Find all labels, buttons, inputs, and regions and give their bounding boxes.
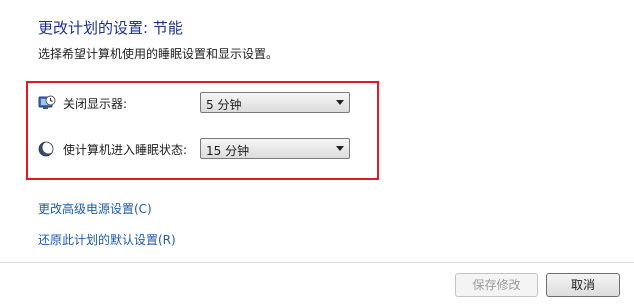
advanced-power-settings-link[interactable]: 更改高级电源设置(C) xyxy=(38,200,152,217)
page-title: 更改计划的设置: 节能 xyxy=(38,19,183,37)
sleep-label: 使计算机进入睡眠状态: xyxy=(63,143,188,157)
cancel-button[interactable]: 取消 xyxy=(546,273,620,297)
restore-defaults-link[interactable]: 还原此计划的默认设置(R) xyxy=(38,231,176,248)
chevron-down-icon xyxy=(336,100,344,105)
save-changes-button[interactable]: 保存修改 xyxy=(455,273,538,297)
chevron-down-icon xyxy=(336,146,344,151)
display-off-label: 关闭显示器: xyxy=(63,97,128,111)
footer-divider xyxy=(0,262,634,263)
display-off-value: 5 分钟 xyxy=(206,98,242,112)
display-off-select[interactable]: 5 分钟 xyxy=(200,92,350,113)
sleep-value: 15 分钟 xyxy=(206,144,250,158)
monitor-clock-icon xyxy=(38,94,56,112)
moon-icon xyxy=(38,140,56,158)
sleep-select[interactable]: 15 分钟 xyxy=(200,138,350,159)
page-description: 选择希望计算机使用的睡眠设置和显示设置。 xyxy=(38,47,279,61)
